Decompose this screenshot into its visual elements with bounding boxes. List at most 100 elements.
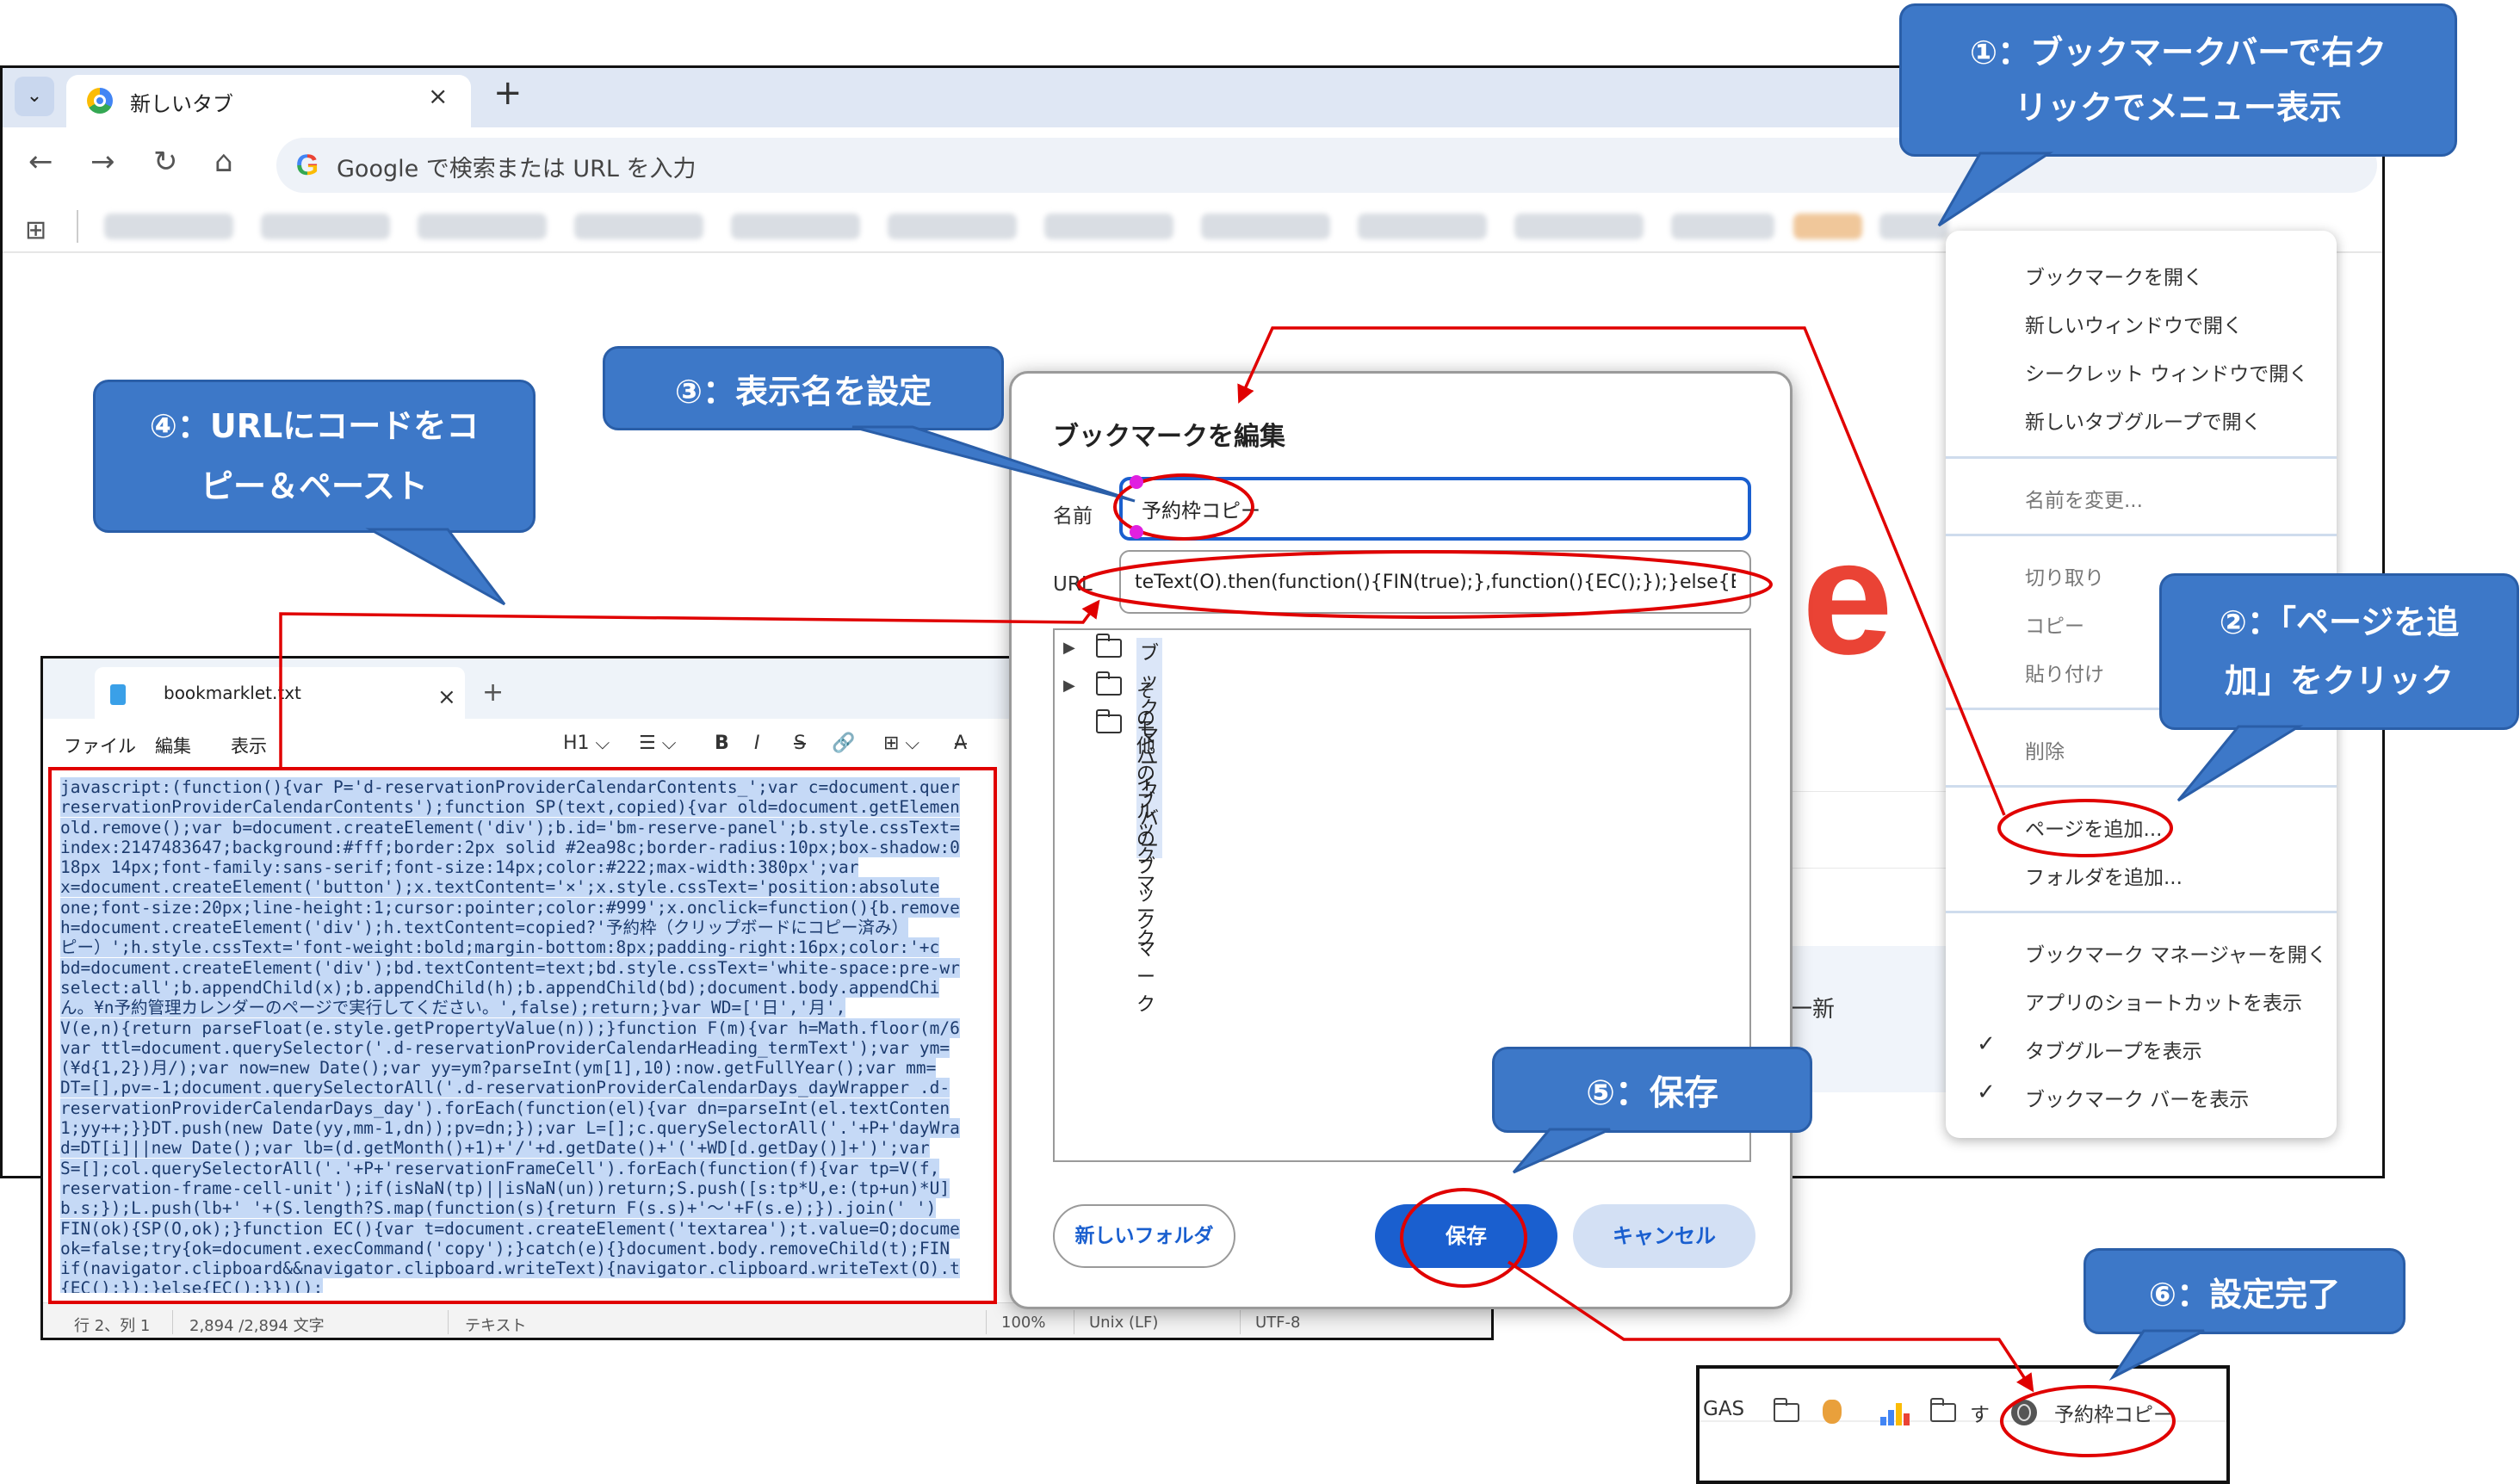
status-char-count: 2,894 /2,894 文字 xyxy=(189,1317,325,1335)
italic-button[interactable]: I xyxy=(754,733,760,754)
url-label: URL xyxy=(1053,573,1093,596)
menu-add-page[interactable]: ページを追加... xyxy=(2025,813,2162,842)
blurred-bookmark[interactable] xyxy=(888,213,1017,239)
menu-separator xyxy=(1946,911,2337,913)
menu-open-tab-group[interactable]: 新しいタブグループで開く xyxy=(2025,405,2262,435)
list-dropdown[interactable]: ☰ ⌵ xyxy=(639,733,676,754)
notepad-tab-title: bookmarklet.txt xyxy=(164,683,301,703)
menu-copy[interactable]: コピー xyxy=(2025,609,2084,639)
folder-icon[interactable] xyxy=(1930,1398,1956,1422)
menu-open-incognito[interactable]: シークレット ウィンドウで開く xyxy=(2025,357,2308,386)
bookmark-new-reservation-copy[interactable]: 予約枠コピー xyxy=(2054,1398,2173,1427)
apps-grid-icon[interactable]: ⊞ xyxy=(25,215,46,245)
browser-tab[interactable]: 新しいタブ × xyxy=(66,75,471,127)
blurred-bookmark[interactable] xyxy=(1879,213,1948,239)
menu-show-tab-groups[interactable]: タブグループを表示 xyxy=(2025,1035,2202,1064)
menu-separator xyxy=(1946,456,2337,459)
menu-show-app-shortcuts[interactable]: アプリのショートカットを表示 xyxy=(2025,986,2302,1016)
status-separator xyxy=(986,1310,987,1334)
menu-cut[interactable]: 切り取り xyxy=(2025,561,2104,591)
clear-format-button[interactable]: A̶ xyxy=(954,733,967,754)
folder-icon xyxy=(1096,634,1122,658)
reload-icon[interactable]: ↻ xyxy=(153,145,178,179)
blurred-bookmark[interactable] xyxy=(104,213,233,239)
forward-icon[interactable]: → xyxy=(90,145,115,179)
name-label: 名前 xyxy=(1053,505,1093,528)
save-button[interactable]: 保存 xyxy=(1375,1204,1557,1268)
callout-step-1: ①：ブックマークバーで右ク リックでメニュー表示 xyxy=(1899,3,2457,157)
menu-separator xyxy=(1946,785,2337,788)
status-line-ending: Unix (LF) xyxy=(1089,1314,1159,1332)
bookmark-url-input[interactable] xyxy=(1119,550,1751,614)
bookmark-su[interactable]: す xyxy=(1970,1398,1990,1427)
blurred-bookmark[interactable] xyxy=(731,213,860,239)
google-logo-fragment: e xyxy=(1802,506,1893,689)
menu-view[interactable]: 表示 xyxy=(231,733,267,758)
callout-step-2: ②：「ページを追 加」をクリック xyxy=(2159,573,2519,730)
menu-add-folder[interactable]: フォルダを追加... xyxy=(2025,861,2183,890)
status-separator xyxy=(448,1310,449,1334)
chrome-icon xyxy=(87,88,113,114)
status-separator xyxy=(172,1310,173,1334)
tab-close-button[interactable]: × xyxy=(428,82,448,110)
tab-list-button[interactable]: ⌄ xyxy=(15,77,54,116)
status-separator xyxy=(1240,1310,1241,1334)
new-folder-button[interactable]: 新しいフォルダ xyxy=(1053,1204,1235,1268)
blurred-bookmark[interactable] xyxy=(1201,213,1330,239)
google-g-icon: G xyxy=(290,148,325,182)
menu-delete[interactable]: 削除 xyxy=(2025,735,2065,764)
bookmark-bar-divider xyxy=(77,210,78,243)
bar-chart-icon[interactable] xyxy=(1880,1401,1910,1425)
menu-open-new-window[interactable]: 新しいウィンドウで開く xyxy=(2025,309,2243,338)
checkmark-icon: ✓ xyxy=(1977,1079,1996,1105)
blurred-bookmark[interactable] xyxy=(418,213,547,239)
new-tab-button[interactable]: + xyxy=(493,73,523,113)
menu-file[interactable]: ファイル xyxy=(64,733,136,758)
notepad-new-tab-button[interactable]: + xyxy=(482,677,504,708)
folder-icon[interactable] xyxy=(1774,1398,1799,1422)
heading-dropdown[interactable]: H1 ⌵ xyxy=(563,733,610,754)
cancel-button[interactable]: キャンセル xyxy=(1573,1204,1755,1268)
globe-icon[interactable] xyxy=(2011,1400,2037,1425)
omnibox-placeholder: Google で検索または URL を入力 xyxy=(337,156,697,182)
money-bag-icon[interactable] xyxy=(1823,1400,1842,1424)
notepad-tab-close-button[interactable]: × xyxy=(437,684,456,710)
edit-bookmark-dialog: ブックマークを編集 名前 URL ▶ ブックマーク バー ▶ その他のブックマー… xyxy=(1009,371,1792,1309)
menu-edit[interactable]: 編集 xyxy=(155,733,191,758)
status-zoom: 100% xyxy=(1001,1314,1046,1332)
expand-arrow-icon[interactable]: ▶ xyxy=(1063,639,1075,657)
menu-show-bookmark-bar[interactable]: ブックマーク バーを表示 xyxy=(2025,1083,2249,1112)
tree-item-label: モバイルのブックマーク xyxy=(1136,719,1156,1016)
folder-icon xyxy=(1096,709,1122,733)
status-encoding: UTF-8 xyxy=(1255,1314,1301,1332)
blurred-bookmark[interactable] xyxy=(1514,213,1644,239)
strikethrough-button[interactable]: S xyxy=(794,733,806,754)
back-icon[interactable]: ← xyxy=(28,145,53,179)
tab-title: 新しいタブ xyxy=(130,92,233,116)
menu-rename[interactable]: 名前を変更... xyxy=(2025,484,2143,513)
table-dropdown[interactable]: ⊞ ⌵ xyxy=(883,733,919,754)
blurred-bookmark[interactable] xyxy=(1044,213,1173,239)
menu-open-bookmark[interactable]: ブックマークを開く xyxy=(2025,261,2203,290)
home-icon[interactable]: ⌂ xyxy=(214,145,233,179)
bookmark-name-input[interactable] xyxy=(1119,477,1751,541)
notepad-tab[interactable]: bookmarklet.txt × xyxy=(95,667,465,719)
status-format: テキスト xyxy=(465,1317,527,1335)
callout-step-3: ③：表示名を設定 xyxy=(603,346,1004,430)
folder-icon xyxy=(1096,671,1122,696)
bookmark-bar-result: GAS す 予約枠コピー xyxy=(1696,1365,2230,1484)
callout-step-4: ④：URLにコードをコ ピー＆ペースト xyxy=(93,380,536,533)
expand-arrow-icon[interactable]: ▶ xyxy=(1063,677,1075,695)
menu-paste[interactable]: 貼り付け xyxy=(2025,658,2104,687)
blurred-bookmark[interactable] xyxy=(574,213,703,239)
blurred-bookmark[interactable] xyxy=(1793,213,1862,239)
menu-open-bookmark-manager[interactable]: ブックマーク マネージャーを開く xyxy=(2025,938,2327,968)
blurred-bookmark[interactable] xyxy=(1671,213,1774,239)
blurred-bookmark[interactable] xyxy=(261,213,390,239)
callout-step-5: ⑤：保存 xyxy=(1492,1047,1812,1133)
blurred-bookmark[interactable] xyxy=(1358,213,1487,239)
status-position: 行 2、列 1 xyxy=(74,1317,151,1335)
link-button[interactable]: 🔗 xyxy=(832,733,855,754)
bold-button[interactable]: B xyxy=(715,733,729,754)
bookmark-gas[interactable]: GAS xyxy=(1703,1398,1744,1420)
